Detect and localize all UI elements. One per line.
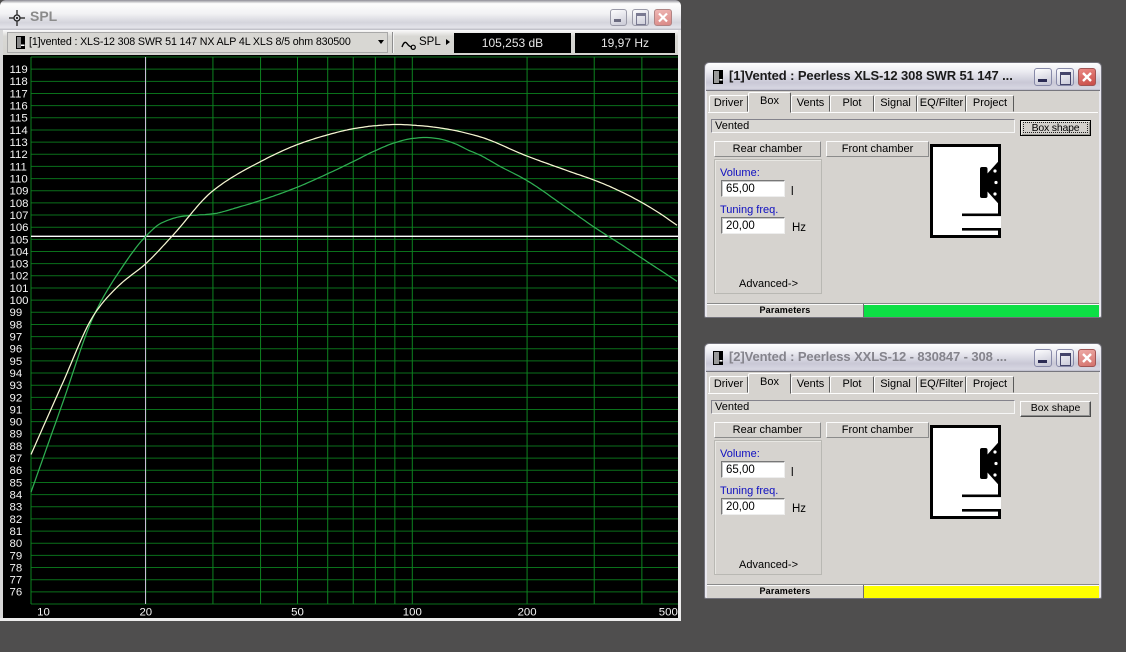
- svg-text:96: 96: [10, 344, 23, 356]
- svg-text:102: 102: [10, 271, 29, 283]
- svg-text:101: 101: [10, 283, 29, 295]
- svg-text:116: 116: [10, 101, 28, 113]
- svg-text:92: 92: [10, 392, 23, 404]
- svg-text:98: 98: [10, 319, 23, 331]
- svg-text:103: 103: [10, 259, 29, 271]
- svg-text:105: 105: [10, 234, 29, 246]
- svg-text:76: 76: [10, 587, 23, 599]
- svg-text:113: 113: [10, 137, 28, 149]
- svg-text:119: 119: [10, 64, 28, 76]
- svg-text:118: 118: [10, 76, 28, 88]
- svg-text:115: 115: [10, 113, 28, 125]
- svg-text:79: 79: [10, 550, 23, 562]
- svg-text:97: 97: [10, 332, 23, 344]
- svg-text:109: 109: [10, 186, 29, 198]
- svg-text:10: 10: [37, 607, 50, 619]
- svg-text:94: 94: [10, 368, 23, 380]
- svg-text:85: 85: [10, 477, 23, 489]
- svg-text:88: 88: [10, 441, 23, 453]
- svg-text:77: 77: [10, 575, 23, 587]
- svg-text:78: 78: [10, 562, 23, 574]
- svg-text:50: 50: [291, 607, 304, 619]
- svg-text:83: 83: [10, 502, 23, 514]
- svg-text:112: 112: [10, 149, 28, 161]
- svg-text:108: 108: [10, 198, 29, 210]
- svg-text:20: 20: [139, 607, 152, 619]
- svg-text:110: 110: [10, 174, 28, 186]
- svg-text:107: 107: [10, 210, 29, 222]
- svg-text:80: 80: [10, 538, 23, 550]
- svg-text:100: 100: [10, 295, 29, 307]
- svg-text:100: 100: [403, 607, 422, 619]
- svg-text:91: 91: [10, 404, 23, 416]
- svg-text:86: 86: [10, 465, 23, 477]
- svg-text:200: 200: [518, 607, 537, 619]
- svg-text:95: 95: [10, 356, 23, 368]
- svg-text:87: 87: [10, 453, 23, 465]
- svg-text:114: 114: [10, 125, 28, 137]
- svg-text:111: 111: [10, 161, 27, 173]
- svg-text:81: 81: [10, 526, 23, 538]
- svg-text:84: 84: [10, 490, 23, 502]
- svg-text:99: 99: [10, 307, 23, 319]
- svg-text:89: 89: [10, 429, 23, 441]
- svg-text:117: 117: [10, 88, 28, 100]
- svg-text:106: 106: [10, 222, 29, 234]
- svg-text:82: 82: [10, 514, 23, 526]
- svg-text:90: 90: [10, 417, 23, 429]
- svg-text:500: 500: [659, 607, 678, 619]
- svg-text:104: 104: [10, 246, 29, 258]
- svg-text:93: 93: [10, 380, 23, 392]
